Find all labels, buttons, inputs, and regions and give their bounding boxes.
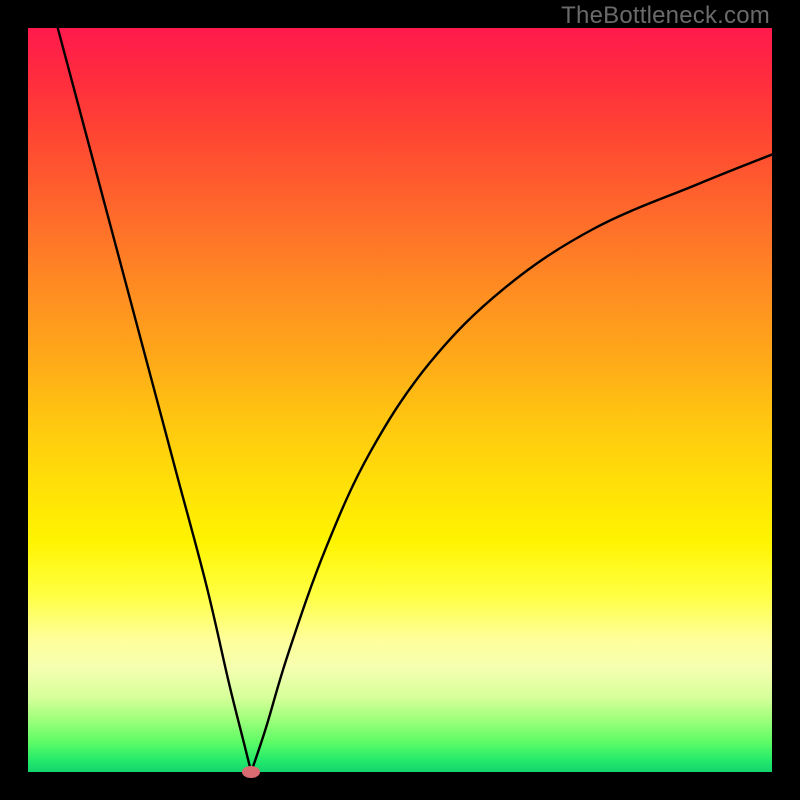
chart-frame: TheBottleneck.com [0, 0, 800, 800]
watermark-text: TheBottleneck.com [561, 2, 770, 30]
bottleneck-curve [28, 28, 772, 772]
minimum-marker [242, 766, 260, 778]
